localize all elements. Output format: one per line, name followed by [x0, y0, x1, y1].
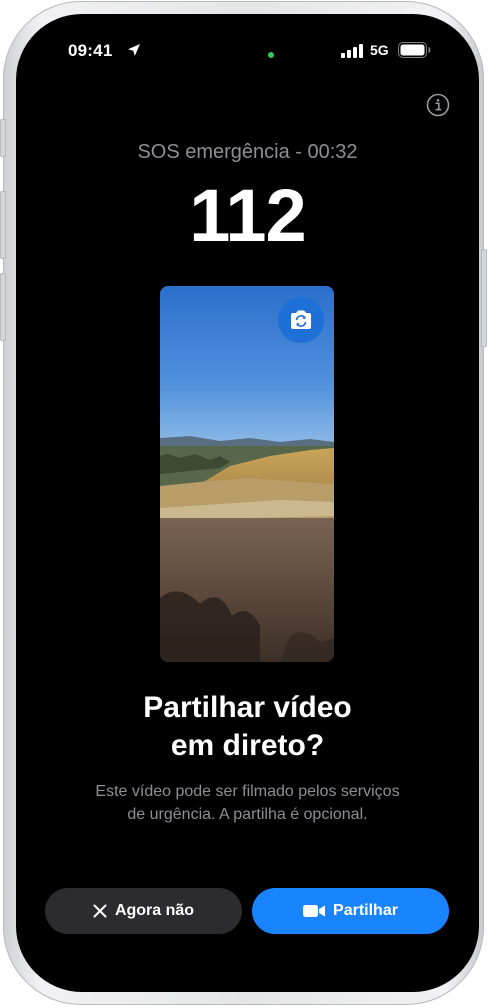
- not-now-label: Agora não: [114, 902, 195, 919]
- heading-line-1: Partilhar vídeo: [143, 691, 352, 724]
- info-icon[interactable]: [426, 93, 450, 122]
- status-bar: 09:41 5G: [16, 41, 479, 63]
- video-camera-icon: [303, 904, 326, 918]
- sos-timer-label: SOS emergência - 00:32: [137, 141, 358, 163]
- not-now-button[interactable]: Agora não: [45, 888, 242, 934]
- status-time: 09:41: [68, 41, 113, 60]
- network-type: 5G: [370, 42, 389, 58]
- side-button: [481, 249, 487, 347]
- camera-in-use-indicator: [268, 52, 274, 58]
- emergency-number: 112: [189, 174, 306, 257]
- close-icon: [93, 904, 107, 918]
- heading-line-2: em direto?: [170, 729, 325, 762]
- camera-flip-icon: [288, 309, 314, 331]
- phone-frame: 09:41 5G SOS emergência - 00:32 112 Part…: [0, 1, 487, 1005]
- volume-down-button: [0, 273, 6, 341]
- action-button: [0, 119, 6, 157]
- share-button[interactable]: Partilhar: [252, 888, 449, 934]
- camera-flip-button[interactable]: [278, 297, 324, 343]
- share-video-description: Este vídeo pode ser filmado pelos serviç…: [16, 780, 479, 826]
- battery-icon: [398, 42, 432, 63]
- share-video-heading: Partilhar vídeo em direto?: [16, 689, 479, 765]
- description-line-2: de urgência. A partilha é opcional.: [127, 806, 368, 823]
- share-label: Partilhar: [333, 902, 398, 919]
- live-video-preview: [160, 286, 334, 662]
- screen: 09:41 5G SOS emergência - 00:32 112 Part…: [16, 14, 479, 992]
- volume-up-button: [0, 191, 6, 259]
- location-arrow-icon: [127, 43, 141, 62]
- signal-bars-icon: [341, 44, 363, 63]
- description-line-1: Este vídeo pode ser filmado pelos serviç…: [95, 783, 400, 800]
